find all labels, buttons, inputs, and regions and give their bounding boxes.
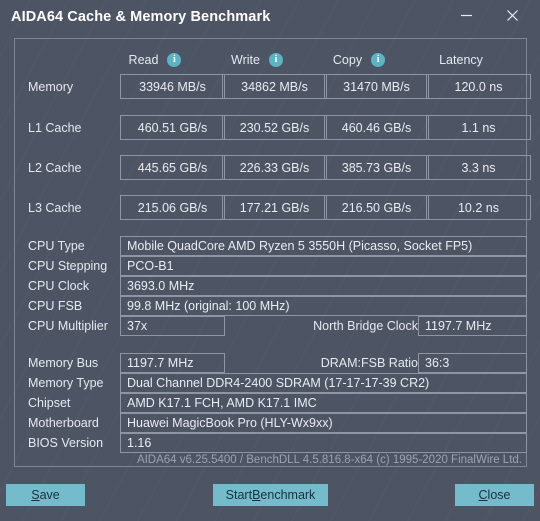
cell-l1-read: 460.51 GB/s	[120, 115, 225, 140]
label-cpu-type: CPU Type	[28, 239, 85, 253]
aida64-benchmark-window: AIDA64 Cache & Memory Benchmark Read i W…	[0, 0, 540, 521]
close-dialog-button-label: lose	[487, 488, 511, 502]
label-memory-bus: Memory Bus	[28, 356, 99, 370]
label-memory-type: Memory Type	[28, 376, 104, 390]
minimize-button[interactable]	[446, 0, 486, 31]
save-button-accel: S	[31, 488, 40, 502]
table-row: L1 Cache 460.51 GB/s 230.52 GB/s 460.46 …	[14, 115, 531, 140]
label-north-bridge-clock: North Bridge Clock	[313, 319, 418, 333]
spec-row-memory-type: Memory Type Dual Channel DDR4-2400 SDRAM…	[14, 373, 527, 393]
column-header-write: Write i	[207, 50, 307, 70]
cell-memory-latency: 120.0 ns	[426, 74, 531, 99]
label-bios-version: BIOS Version	[28, 436, 104, 450]
save-button-label: ave	[39, 488, 60, 502]
cell-l2-latency: 3.3 ns	[426, 155, 531, 180]
cell-memory-read: 33946 MB/s	[120, 74, 225, 99]
value-cpu-stepping: PCO-B1	[120, 256, 527, 276]
start-benchmark-button[interactable]: Start Benchmark	[213, 484, 328, 506]
cell-memory-copy: 31470 MB/s	[324, 74, 429, 99]
spec-row-chipset: Chipset AMD K17.1 FCH, AMD K17.1 IMC	[14, 393, 527, 413]
spec-row-bios-version: BIOS Version 1.16	[14, 433, 527, 453]
spec-row-cpu-type: CPU Type Mobile QuadCore AMD Ryzen 5 355…	[14, 236, 527, 256]
title-bar: AIDA64 Cache & Memory Benchmark	[0, 0, 540, 33]
column-header-latency: Latency	[411, 50, 511, 70]
spec-row-motherboard: Motherboard Huawei MagicBook Pro (HLY-Wx…	[14, 413, 527, 433]
label-cpu-fsb: CPU FSB	[28, 299, 83, 313]
row-label-l2-cache: L2 Cache	[28, 160, 82, 175]
value-memory-bus: 1197.7 MHz	[120, 353, 225, 373]
label-cpu-multiplier: CPU Multiplier	[28, 319, 108, 333]
cell-l3-read: 215.06 GB/s	[120, 195, 225, 220]
label-dram-fsb-ratio: DRAM:FSB Ratio	[320, 356, 418, 370]
close-dialog-button-accel: C	[478, 488, 488, 502]
version-credit-text: AIDA64 v6.25.5400 / BenchDLL 4.5.816.8-x…	[136, 454, 522, 466]
cell-l1-write: 230.52 GB/s	[222, 115, 327, 140]
row-label-l3-cache: L3 Cache	[28, 200, 82, 215]
value-cpu-type: Mobile QuadCore AMD Ryzen 5 3550H (Picas…	[120, 236, 527, 256]
cell-l1-copy: 460.46 GB/s	[324, 115, 429, 140]
cell-l3-copy: 216.50 GB/s	[324, 195, 429, 220]
info-icon-write[interactable]: i	[268, 53, 283, 67]
close-dialog-button[interactable]: Close	[455, 484, 534, 506]
column-header-copy: Copy i	[309, 50, 409, 70]
spec-row-cpu-stepping: CPU Stepping PCO-B1	[14, 256, 527, 276]
column-header-copy-label: Copy	[332, 53, 363, 67]
value-motherboard: Huawei MagicBook Pro (HLY-Wx9xx)	[120, 413, 527, 433]
column-header-latency-label: Latency	[439, 53, 483, 67]
start-benchmark-button-prefix: Start	[225, 488, 253, 502]
value-bios-version: 1.16	[120, 433, 527, 453]
value-memory-type: Dual Channel DDR4-2400 SDRAM (17-17-17-3…	[120, 373, 527, 393]
spec-row-cpu-fsb: CPU FSB 99.8 MHz (original: 100 MHz)	[14, 296, 527, 316]
info-icon-copy[interactable]: i	[371, 53, 386, 67]
close-icon	[506, 10, 518, 21]
window-title: AIDA64 Cache & Memory Benchmark	[11, 8, 271, 25]
value-dram-fsb-ratio: 36:3	[418, 353, 527, 373]
value-north-bridge-clock: 1197.7 MHz	[418, 316, 527, 336]
cell-l2-read: 445.65 GB/s	[120, 155, 225, 180]
save-button[interactable]: Save	[6, 484, 85, 506]
results-table-header: Read i Write i Copy i Latency	[14, 50, 527, 70]
table-row: L2 Cache 445.65 GB/s 226.33 GB/s 385.73 …	[14, 155, 531, 180]
label-cpu-clock: CPU Clock	[28, 279, 90, 293]
column-header-read: Read i	[105, 50, 205, 70]
cell-memory-write: 34862 MB/s	[222, 74, 327, 99]
close-button[interactable]	[492, 0, 532, 31]
table-row: L3 Cache 215.06 GB/s 177.21 GB/s 216.50 …	[14, 195, 531, 220]
value-cpu-multiplier: 37x	[120, 316, 225, 336]
value-cpu-fsb: 99.8 MHz (original: 100 MHz)	[120, 296, 527, 316]
cell-l3-write: 177.21 GB/s	[222, 195, 327, 220]
row-label-memory: Memory	[28, 79, 74, 94]
label-chipset: Chipset	[28, 396, 71, 410]
spec-row-cpu-clock: CPU Clock 3693.0 MHz	[14, 276, 527, 296]
cell-l2-write: 226.33 GB/s	[222, 155, 327, 180]
spec-row-memory-bus: Memory Bus 1197.7 MHz DRAM:FSB Ratio 36:…	[14, 353, 527, 373]
minimize-icon	[460, 14, 472, 17]
value-chipset: AMD K17.1 FCH, AMD K17.1 IMC	[120, 393, 527, 413]
value-cpu-clock: 3693.0 MHz	[120, 276, 527, 296]
cell-l2-copy: 385.73 GB/s	[324, 155, 429, 180]
cell-l3-latency: 10.2 ns	[426, 195, 531, 220]
label-cpu-stepping: CPU Stepping	[28, 259, 108, 273]
spec-row-cpu-multiplier: CPU Multiplier 37x North Bridge Clock 11…	[14, 316, 527, 336]
table-row: Memory 33946 MB/s 34862 MB/s 31470 MB/s …	[14, 74, 531, 99]
info-icon-read[interactable]: i	[167, 53, 182, 67]
start-benchmark-button-accel: B	[252, 488, 261, 502]
column-header-read-label: Read	[128, 53, 159, 67]
cell-l1-latency: 1.1 ns	[426, 115, 531, 140]
label-motherboard: Motherboard	[28, 416, 99, 430]
column-header-write-label: Write	[231, 53, 260, 67]
start-benchmark-button-label: enchmark	[260, 488, 316, 502]
row-label-l1-cache: L1 Cache	[28, 120, 82, 135]
